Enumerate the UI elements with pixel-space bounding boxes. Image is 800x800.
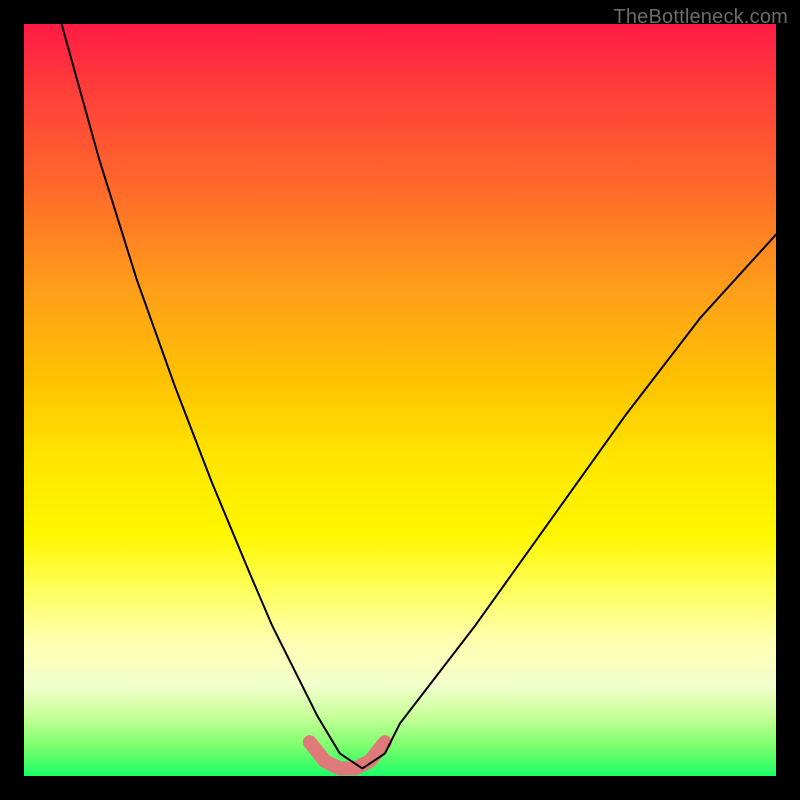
chart-plot-area — [24, 24, 776, 776]
chart-svg — [24, 24, 776, 776]
watermark-text: TheBottleneck.com — [613, 6, 788, 29]
chart-highlight-segment — [310, 742, 385, 768]
chart-curve — [62, 24, 776, 768]
